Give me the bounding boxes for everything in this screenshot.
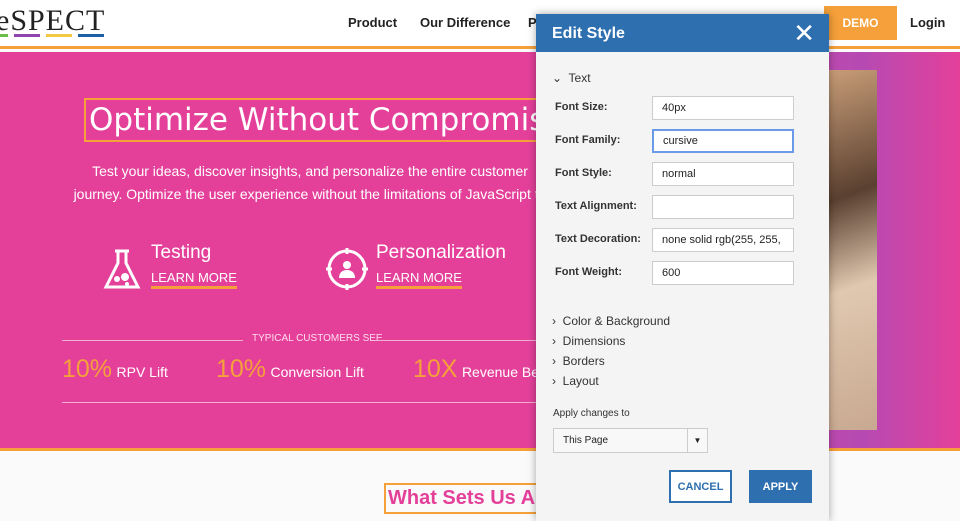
section-color-background[interactable]: › Color & Background — [552, 314, 670, 328]
field-label: Font Weight: — [555, 266, 622, 278]
field-label: Font Style: — [555, 167, 612, 179]
flask-icon — [103, 249, 141, 289]
font-family-input[interactable] — [652, 129, 794, 153]
demo-button[interactable]: DEMO — [824, 6, 897, 40]
apply-scope-select[interactable]: This Page ▼ — [553, 428, 708, 453]
text-decoration-input[interactable] — [652, 228, 794, 252]
hero-subtitle: Test your ideas, discover insights, and … — [60, 160, 560, 206]
chevron-right-icon: › — [552, 374, 556, 388]
feature-title: Testing — [151, 242, 212, 263]
section-dimensions[interactable]: › Dimensions — [552, 334, 625, 348]
hero-photo — [828, 70, 877, 430]
stat: 10% RPV Lift — [62, 355, 168, 384]
chevron-down-icon: ⌄ — [552, 71, 563, 85]
divider — [62, 340, 243, 341]
divider — [62, 402, 542, 403]
stat: 10X Revenue Ben — [413, 355, 547, 384]
font-style-row: Font Style: — [555, 162, 795, 186]
stat-label: Revenue Ben — [461, 364, 547, 380]
cancel-button[interactable]: CANCEL — [669, 470, 732, 503]
divider — [375, 340, 540, 341]
stat-value: 10% — [216, 355, 267, 383]
stat: 10% Conversion Lift — [216, 355, 364, 384]
text-alignment-input[interactable] — [652, 195, 794, 219]
login-link[interactable]: Login — [910, 15, 945, 30]
font-size-row: Font Size: — [555, 96, 795, 120]
field-label: Font Size: — [555, 101, 608, 113]
dialog-header: Edit Style ✕ — [536, 14, 829, 52]
section-label: Borders — [562, 354, 605, 368]
dialog-title: Edit Style — [552, 25, 625, 42]
chevron-right-icon: › — [552, 314, 556, 328]
apply-button[interactable]: APPLY — [749, 470, 812, 503]
section-text-toggle[interactable]: ⌄ Text — [552, 71, 591, 85]
font-size-input[interactable] — [652, 96, 794, 120]
hero-title[interactable]: Optimize Without Compromise. — [84, 98, 580, 142]
apply-changes-label: Apply changes to — [553, 408, 630, 419]
typical-customers-label: TYPICAL CUSTOMERS SEE — [252, 333, 383, 344]
section-label: Dimensions — [562, 334, 626, 348]
edit-style-dialog: Edit Style ✕ ⌄ Text Font Size: Font Famil… — [536, 14, 829, 521]
section-label: Layout — [562, 374, 599, 388]
feature-personalization: Personalization LEARN MORE — [376, 242, 506, 289]
learn-more-link[interactable]: LEARN MORE — [151, 270, 237, 289]
select-value: This Page — [563, 435, 609, 446]
subtitle-line: journey. Optimize the user experience wi… — [73, 186, 547, 202]
nav-product[interactable]: Product — [348, 15, 397, 30]
font-weight-row: Font Weight: — [555, 261, 795, 285]
field-label: Text Alignment: — [555, 200, 637, 212]
font-family-row: Font Family: — [555, 129, 795, 153]
chevron-right-icon: › — [552, 334, 556, 348]
logo-bars — [0, 34, 104, 37]
font-style-input[interactable] — [652, 162, 794, 186]
section-label: Text — [568, 71, 591, 85]
close-icon[interactable]: ✕ — [793, 18, 815, 49]
target-users-icon — [326, 248, 368, 290]
learn-more-link[interactable]: LEARN MORE — [376, 270, 462, 289]
section-label: Color & Background — [562, 314, 671, 328]
stat-label: RPV Lift — [116, 364, 168, 380]
field-label: Text Decoration: — [555, 233, 641, 245]
stat-value: 10% — [62, 355, 113, 383]
stat-label: Conversion Lift — [270, 364, 364, 380]
feature-title: Personalization — [376, 242, 506, 263]
section-layout[interactable]: › Layout — [552, 374, 599, 388]
logo[interactable]: eSPECT — [0, 4, 105, 38]
caret-down-icon: ▼ — [687, 429, 707, 452]
stat-value: 10X — [413, 355, 458, 383]
nav-our-difference[interactable]: Our Difference — [420, 15, 510, 30]
text-decoration-row: Text Decoration: — [555, 228, 795, 252]
subtitle-line: Test your ideas, discover insights, and … — [92, 163, 528, 179]
chevron-right-icon: › — [552, 354, 556, 368]
text-alignment-row: Text Alignment: — [555, 195, 795, 219]
section-borders[interactable]: › Borders — [552, 354, 605, 368]
field-label: Font Family: — [555, 134, 621, 146]
font-weight-input[interactable] — [652, 261, 794, 285]
feature-testing: Testing LEARN MORE — [151, 242, 237, 289]
